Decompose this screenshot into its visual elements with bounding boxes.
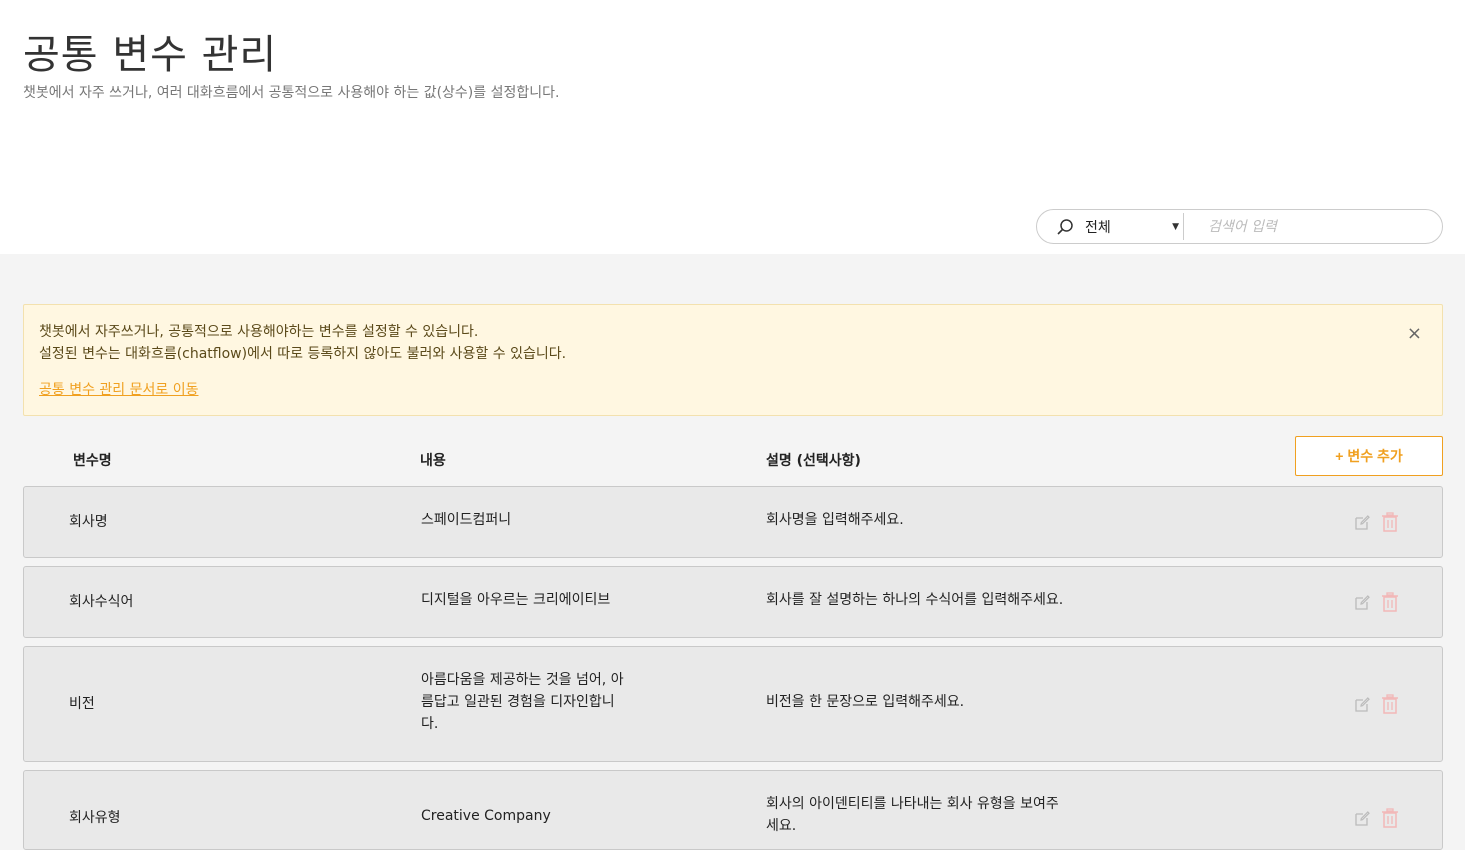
search-filter-select[interactable]: 전체 ▼ bbox=[1085, 217, 1183, 237]
search-input[interactable] bbox=[1184, 210, 1442, 243]
close-icon[interactable]: × bbox=[1407, 323, 1422, 344]
page-description: 챗봇에서 자주 쓰거나, 여러 대화흐름에서 공통적으로 사용해야 하는 값(상… bbox=[23, 85, 560, 101]
variable-description: 회사의 아이덴티티를 나타내는 회사 유형을 보여주세요. bbox=[766, 796, 1059, 834]
table-row: 비전 아름다움을 제공하는 것을 넘어, 아름답고 일관된 경험을 디자인합니다… bbox=[23, 646, 1443, 762]
add-variable-button[interactable]: + 변수 추가 bbox=[1295, 436, 1443, 476]
row-actions bbox=[1352, 807, 1400, 829]
table-row: 회사명 스페이드컴퍼니 회사명을 입력해주세요. bbox=[23, 486, 1443, 558]
notice-line-1: 챗봇에서 자주쓰거나, 공통적으로 사용해야하는 변수를 설정할 수 있습니다. bbox=[39, 324, 479, 340]
variable-name: 비전 bbox=[69, 696, 95, 712]
table-row: 회사수식어 디지털을 아우르는 크리에이티브 회사를 잘 설명하는 하나의 수식… bbox=[23, 566, 1443, 638]
trash-icon[interactable] bbox=[1380, 511, 1400, 533]
search-icon[interactable] bbox=[1045, 210, 1085, 243]
trash-icon[interactable] bbox=[1380, 591, 1400, 613]
search-filter-value: 전체 bbox=[1085, 219, 1111, 236]
page-header: 공통 변수 관리 챗봇에서 자주 쓰거나, 여러 대화흐름에서 공통적으로 사용… bbox=[0, 0, 1465, 254]
column-header-description: 설명 (선택사항) bbox=[766, 453, 861, 469]
variable-description: 비전을 한 문장으로 입력해주세요. bbox=[766, 694, 965, 710]
table-header: 변수명 내용 설명 (선택사항) + 변수 추가 bbox=[23, 436, 1443, 484]
edit-icon[interactable] bbox=[1352, 693, 1372, 715]
row-actions bbox=[1352, 511, 1400, 533]
notice-line-2: 설정된 변수는 대화흐름(chatflow)에서 따로 등록하지 않아도 불러와… bbox=[39, 346, 567, 362]
docs-link[interactable]: 공통 변수 관리 문서로 이동 bbox=[39, 379, 198, 399]
variable-name: 회사명 bbox=[69, 514, 108, 530]
column-header-content: 내용 bbox=[420, 453, 446, 469]
variable-content: 아름다움을 제공하는 것을 넘어, 아름답고 일관된 경험을 디자인합니다. bbox=[421, 672, 624, 732]
page-title: 공통 변수 관리 bbox=[23, 32, 278, 78]
edit-icon[interactable] bbox=[1352, 511, 1372, 533]
variable-content: 디지털을 아우르는 크리에이티브 bbox=[421, 592, 611, 608]
variable-content: 스페이드컴퍼니 bbox=[421, 512, 512, 528]
caret-down-icon: ▼ bbox=[1172, 221, 1179, 232]
edit-icon[interactable] bbox=[1352, 807, 1372, 829]
trash-icon[interactable] bbox=[1380, 807, 1400, 829]
row-actions bbox=[1352, 693, 1400, 715]
row-actions bbox=[1352, 591, 1400, 613]
variable-content: Creative Company bbox=[421, 808, 551, 824]
variable-description: 회사명을 입력해주세요. bbox=[766, 512, 904, 528]
trash-icon[interactable] bbox=[1380, 693, 1400, 715]
variable-name: 회사수식어 bbox=[69, 594, 134, 610]
column-header-name: 변수명 bbox=[73, 453, 112, 469]
variable-name: 회사유형 bbox=[69, 810, 121, 826]
info-notice: 챗봇에서 자주쓰거나, 공통적으로 사용해야하는 변수를 설정할 수 있습니다.… bbox=[23, 304, 1443, 416]
search-bar: 전체 ▼ bbox=[1036, 209, 1443, 244]
edit-icon[interactable] bbox=[1352, 591, 1372, 613]
table-row: 회사유형 Creative Company 회사의 아이덴티티를 나타내는 회사… bbox=[23, 770, 1443, 850]
variable-description: 회사를 잘 설명하는 하나의 수식어를 입력해주세요. bbox=[766, 592, 1064, 608]
